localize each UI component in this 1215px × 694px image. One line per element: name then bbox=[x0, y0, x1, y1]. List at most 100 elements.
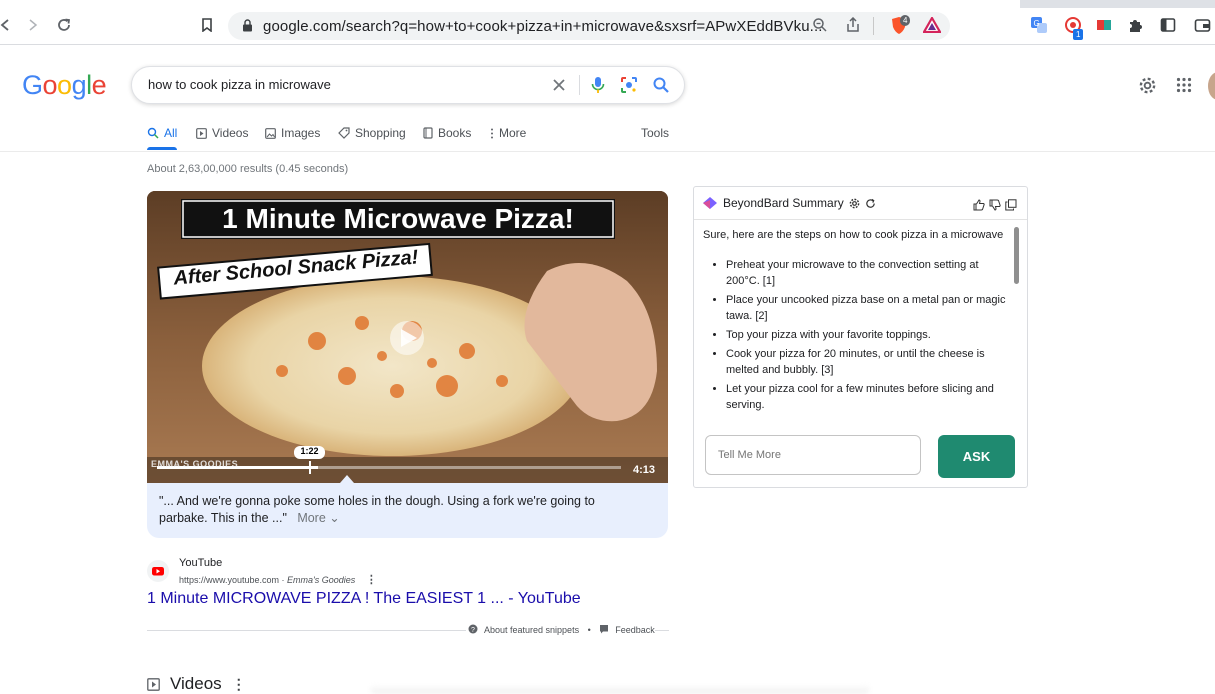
clear-search-icon[interactable] bbox=[549, 75, 569, 95]
voice-search-icon[interactable] bbox=[588, 75, 608, 95]
bard-settings-icon[interactable] bbox=[849, 198, 860, 209]
tell-me-more-input[interactable] bbox=[705, 435, 921, 475]
play-square-icon bbox=[147, 677, 160, 691]
wallet-icon[interactable] bbox=[1194, 17, 1211, 38]
feedback-link[interactable]: Feedback bbox=[615, 625, 655, 635]
tools-label: Tools bbox=[641, 126, 670, 140]
svg-text:G: G bbox=[1034, 19, 1040, 28]
feedback-icon bbox=[599, 624, 609, 636]
beyondbard-panel: BeyondBard Summary Sure, here are the st… bbox=[693, 186, 1028, 488]
thumbs-down-icon[interactable] bbox=[989, 198, 1001, 216]
active-tab-indicator bbox=[147, 147, 177, 150]
tab-images[interactable]: Images bbox=[265, 126, 320, 140]
bookmark-icon[interactable] bbox=[196, 14, 218, 36]
puzzle-extensions-icon[interactable] bbox=[1127, 17, 1144, 39]
forward-icon[interactable] bbox=[22, 14, 44, 36]
featured-video-player[interactable]: 1 Minute Microwave Pizza! After School S… bbox=[147, 191, 668, 483]
search-divider bbox=[579, 75, 580, 95]
channel-watermark: EMMA'S GOODIES bbox=[151, 459, 239, 469]
youtube-favicon bbox=[147, 560, 169, 582]
videos-heading-label: Videos bbox=[170, 674, 222, 693]
result-options-icon[interactable]: ⋮ bbox=[366, 574, 377, 586]
tab-books[interactable]: Books bbox=[423, 126, 471, 140]
bard-refresh-icon[interactable] bbox=[865, 198, 876, 209]
tab-all-label: All bbox=[164, 126, 178, 140]
active-tab[interactable] bbox=[0, 0, 1020, 8]
search-box[interactable]: how to cook pizza in microwave bbox=[131, 66, 685, 104]
address-bar[interactable]: google.com/search?q=how+to+cook+pizza+in… bbox=[228, 12, 950, 40]
current-time: 1:22 bbox=[300, 446, 319, 456]
search-small-icon bbox=[147, 127, 159, 139]
extension-badge: 1 bbox=[1073, 29, 1084, 40]
result-site-name: YouTube bbox=[179, 557, 223, 569]
copy-icon[interactable] bbox=[1005, 198, 1017, 216]
image-icon bbox=[265, 127, 276, 139]
bottom-card-shadow bbox=[370, 684, 870, 694]
google-apps-grid-icon[interactable] bbox=[1176, 77, 1192, 98]
zoom-icon[interactable] bbox=[812, 17, 828, 38]
about-featured-snippets-link[interactable]: About featured snippets bbox=[484, 625, 579, 635]
shields-badge: 4 bbox=[900, 15, 911, 26]
more-vertical-icon bbox=[491, 128, 493, 138]
tab-more[interactable]: More bbox=[490, 126, 526, 140]
list-item: Top your pizza with your favorite toppin… bbox=[726, 327, 1013, 343]
videos-section-heading: Videos ⋮ bbox=[147, 674, 246, 694]
snippet-text-wrap: "... And we're gonna poke some holes in … bbox=[159, 493, 629, 527]
videos-options-icon[interactable]: ⋮ bbox=[232, 676, 246, 693]
header-divider bbox=[0, 151, 1215, 152]
result-url-line: https://www.youtube.com · Emma's Goodies… bbox=[179, 574, 377, 586]
lock-icon bbox=[242, 19, 253, 37]
lens-search-icon[interactable] bbox=[619, 75, 639, 95]
video-title-overlay: 1 Minute Microwave Pizza! bbox=[222, 203, 574, 234]
browser-toolbar: google.com/search?q=how+to+cook+pizza+in… bbox=[0, 0, 1215, 45]
tab-images-label: Images bbox=[281, 126, 321, 140]
list-item: Place your uncooked pizza base on a meta… bbox=[726, 292, 1013, 324]
share-icon[interactable] bbox=[845, 16, 861, 38]
book-icon bbox=[423, 127, 433, 139]
omnibox-divider bbox=[873, 17, 874, 35]
youtube-icon bbox=[152, 567, 164, 576]
snippet-text: "... And we're gonna poke some holes in … bbox=[159, 494, 595, 525]
search-input[interactable]: how to cook pizza in microwave bbox=[148, 77, 331, 92]
list-item: Preheat your microwave to the convection… bbox=[726, 257, 1013, 289]
bard-title: BeyondBard Summary bbox=[723, 196, 844, 210]
bard-header-divider bbox=[694, 219, 1027, 220]
thumbs-up-icon[interactable] bbox=[973, 198, 985, 216]
url-text[interactable]: google.com/search?q=how+to+cook+pizza+in… bbox=[263, 18, 823, 35]
tab-all[interactable]: All bbox=[147, 126, 177, 140]
search-submit-icon[interactable] bbox=[651, 75, 671, 95]
avatar[interactable] bbox=[1208, 72, 1215, 100]
brave-rewards-icon[interactable] bbox=[922, 15, 942, 38]
google-logo[interactable]: Google bbox=[22, 70, 107, 101]
video-duration: 4:13 bbox=[633, 464, 656, 476]
bard-scrollbar[interactable] bbox=[1014, 227, 1019, 284]
more-link[interactable]: More ⌄ bbox=[297, 511, 339, 525]
tab-more-label: More bbox=[499, 126, 527, 140]
result-title-link[interactable]: 1 Minute MICROWAVE PIZZA ! The EASIEST 1… bbox=[147, 590, 581, 608]
extension-tag-icon[interactable] bbox=[1096, 17, 1112, 38]
result-stats: About 2,63,00,000 results (0.45 seconds) bbox=[147, 163, 349, 175]
sidebar-toggle-icon[interactable] bbox=[1160, 17, 1176, 38]
reload-icon[interactable] bbox=[53, 14, 75, 36]
tab-videos-label: Videos bbox=[212, 126, 249, 140]
list-item: Let your pizza cool for a few minutes be… bbox=[726, 381, 1013, 413]
ask-button[interactable]: ASK bbox=[938, 435, 1015, 478]
bard-summary-body: Sure, here are the steps on how to cook … bbox=[703, 227, 1013, 433]
svg-text:?: ? bbox=[471, 627, 475, 634]
help-icon: ? bbox=[468, 624, 478, 636]
bard-intro: Sure, here are the steps on how to cook … bbox=[703, 229, 1004, 241]
back-icon[interactable] bbox=[0, 14, 16, 36]
translate-extension-icon[interactable]: G bbox=[1030, 16, 1048, 39]
tab-shopping[interactable]: Shopping bbox=[338, 126, 406, 140]
video-transcript-snippet: "... And we're gonna poke some holes in … bbox=[147, 483, 668, 538]
tab-strip bbox=[0, 0, 1215, 8]
tools-button[interactable]: Tools bbox=[641, 126, 669, 140]
list-item: Cook your pizza for 20 minutes, or until… bbox=[726, 346, 1013, 378]
more-label: More bbox=[297, 511, 326, 525]
tab-books-label: Books bbox=[438, 126, 472, 140]
settings-gear-icon[interactable] bbox=[1138, 76, 1157, 100]
bard-header: BeyondBard Summary bbox=[702, 196, 876, 210]
chevron-down-icon: ⌄ bbox=[329, 511, 340, 525]
tab-shopping-label: Shopping bbox=[355, 126, 406, 140]
tab-videos[interactable]: Videos bbox=[196, 126, 248, 140]
